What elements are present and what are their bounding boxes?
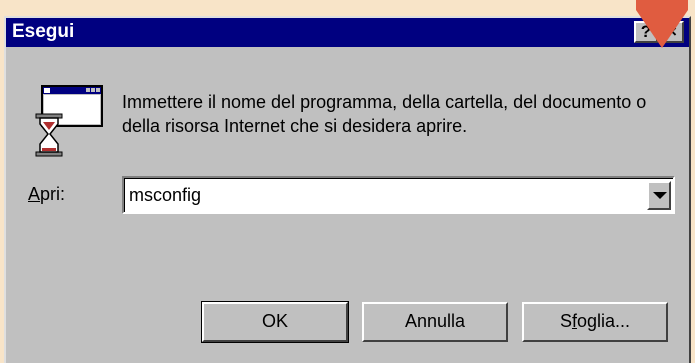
dropdown-button[interactable] [647, 181, 671, 210]
browse-label-pre: S [559, 311, 572, 331]
chevron-down-icon [653, 192, 667, 199]
browse-label-post: oglia... [576, 311, 631, 331]
open-label-text: pri: [40, 184, 66, 204]
combobox-field [124, 178, 673, 212]
browse-button[interactable]: Sfoglia... [522, 302, 668, 342]
ok-button[interactable]: OK [201, 301, 349, 343]
title-bar[interactable]: Esegui ? × [6, 18, 689, 47]
open-combobox[interactable] [122, 176, 675, 214]
open-label-mnemonic: A [28, 184, 41, 204]
open-input[interactable] [129, 185, 629, 206]
run-dialog: Esegui ? × Immettere il nome del program… [4, 16, 691, 363]
annotation-arrow-icon [636, 0, 688, 48]
cancel-button[interactable]: Annulla [362, 302, 508, 342]
open-label: Apri: [28, 184, 65, 205]
dialog-description: Immettere il nome del programma, della c… [122, 92, 647, 136]
run-program-hourglass-icon [35, 85, 103, 157]
window-title: Esegui [12, 21, 75, 42]
